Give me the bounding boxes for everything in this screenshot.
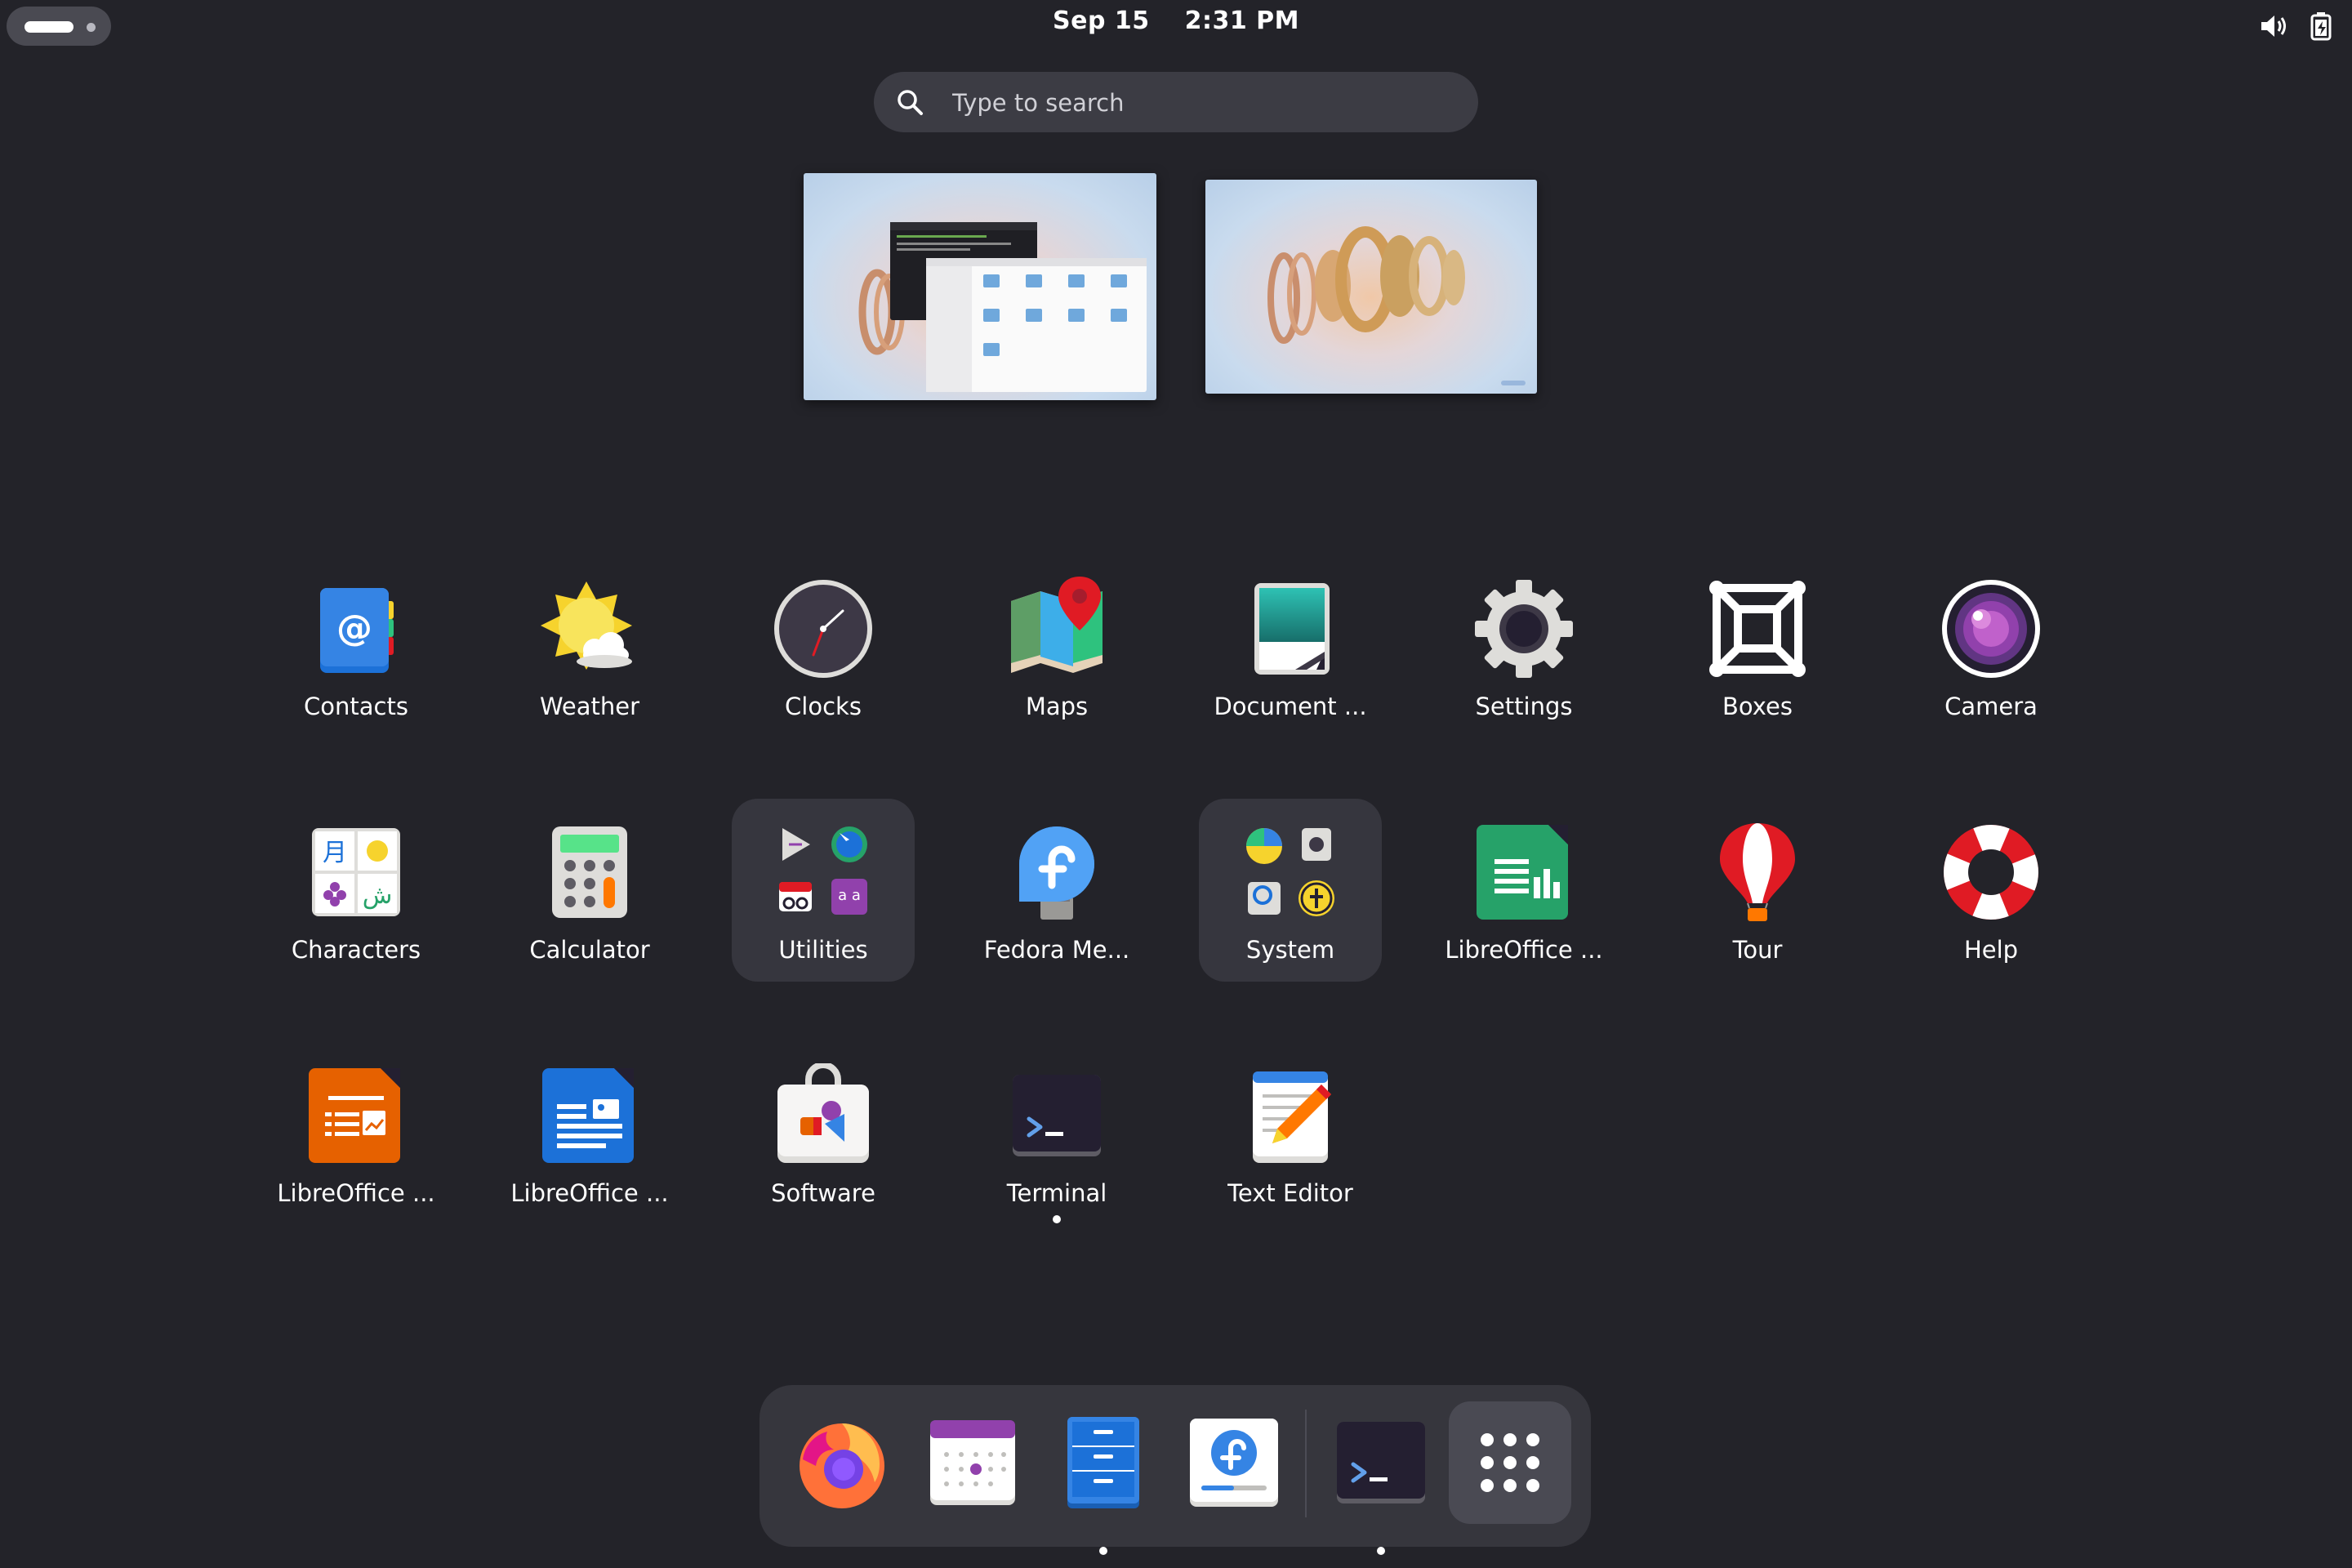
folder-system[interactable]: System [1199,799,1382,982]
app-label: Document ... [1214,693,1367,720]
camera-icon [1942,580,2040,678]
dash-item-fedora-media-writer[interactable] [1173,1401,1295,1524]
app-label: Weather [539,693,640,720]
tour-icon [1720,823,1795,921]
show-apps-button[interactable] [1449,1401,1571,1524]
app-libreoffice-calc[interactable]: LibreOffice ... [1432,799,1615,982]
dash [760,1385,1591,1555]
dash-item-calendar[interactable] [911,1401,1034,1524]
app-help[interactable]: Help [1900,799,2082,982]
app-camera[interactable]: Camera [1900,555,2082,738]
running-indicator-dot [1099,1547,1107,1555]
dash-item-files[interactable] [1042,1401,1165,1555]
boxes-icon [1709,581,1806,677]
app-libreoffice-impress[interactable]: LibreOffice ... [265,1042,448,1225]
dash-item-firefox[interactable] [781,1401,903,1524]
files-window-thumbnail[interactable] [926,258,1147,392]
folder-label: Utilities [778,936,868,964]
app-label: Clocks [785,693,862,720]
app-contacts[interactable]: @ Contacts [265,555,448,738]
app-tour[interactable]: Tour [1666,799,1849,982]
workspace-thumbnail-2[interactable] [1205,180,1537,394]
app-label: Settings [1475,693,1573,720]
app-weather[interactable]: Weather [498,555,681,738]
app-settings[interactable]: Settings [1432,555,1615,738]
files-icon [1067,1417,1139,1508]
show-apps-icon [1481,1433,1539,1492]
clock-time: 2:31 PM [1184,7,1299,35]
svg-text:a a: a a [838,887,861,904]
libreoffice-impress-icon [309,1068,400,1163]
firefox-icon [800,1423,884,1508]
utilities-folder-icon: a a [779,826,867,915]
calendar-icon [930,1420,1015,1505]
app-label: Calculator [529,936,650,964]
software-icon [777,1063,869,1163]
search-input[interactable] [951,72,1460,134]
app-maps[interactable]: Maps [965,555,1148,738]
app-document-scanner[interactable]: Document ... [1199,555,1382,738]
search-icon [898,90,923,115]
document-scanner-icon [1254,583,1330,675]
app-label: Terminal [1006,1179,1107,1207]
app-libreoffice-writer[interactable]: LibreOffice ... [498,1042,681,1225]
wallpaper-gears-image [1267,226,1465,344]
app-label: Text Editor [1227,1179,1353,1207]
running-indicator-dot [1377,1547,1385,1555]
app-fedora-media-writer[interactable]: Fedora Me... [965,799,1148,982]
contacts-icon: @ [320,588,394,673]
clock[interactable]: Sep 15 2:31 PM [0,7,2352,35]
help-icon [1944,825,2038,920]
characters-icon: 月 ش [312,828,400,916]
system-tray[interactable] [2259,11,2334,41]
fedora-media-writer-icon [1019,826,1094,920]
folder-label: System [1245,936,1335,964]
app-text-editor[interactable]: Text Editor [1199,1042,1382,1225]
top-bar: Sep 15 2:31 PM [0,0,2352,51]
svg-text:@: @ [336,608,372,649]
app-label: Help [1963,936,2019,964]
app-calculator[interactable]: Calculator [498,799,681,982]
system-folder-icon [1246,828,1334,916]
svg-text:月: 月 [323,839,347,867]
settings-icon [1475,580,1573,678]
app-label: Characters [291,936,421,964]
svg-text:ش: ش [363,881,393,910]
volume-icon [2261,16,2286,37]
terminal-icon [1013,1075,1101,1156]
app-label: Boxes [1722,693,1793,720]
maps-icon [1011,577,1102,673]
app-label: LibreOffice ... [1445,936,1603,964]
app-software[interactable]: Software [732,1042,915,1225]
fedora-logo-watermark [1501,381,1526,385]
app-label: Contacts [304,693,408,720]
clock-date: Sep 15 [1053,7,1150,35]
clocks-icon [774,580,872,678]
app-terminal[interactable]: Terminal [965,1042,1148,1225]
app-label: LibreOffice ... [510,1179,669,1207]
app-boxes[interactable]: Boxes [1666,555,1849,738]
battery-icon [2310,12,2332,41]
running-indicator-dot [1053,1215,1061,1223]
folder-utilities[interactable]: a a Utilities [732,799,915,982]
weather-icon [541,581,632,670]
app-characters[interactable]: 月 ش Characters [265,799,448,982]
app-clocks[interactable]: Clocks [732,555,915,738]
fedora-media-writer-icon [1190,1419,1278,1507]
calculator-icon [552,826,627,918]
app-label: Software [771,1179,875,1207]
workspace-thumbnail-1[interactable] [804,173,1156,400]
dash-item-terminal[interactable] [1320,1401,1442,1555]
app-label: Maps [1025,693,1089,720]
search-bar[interactable] [874,72,1478,134]
text-editor-icon [1253,1071,1331,1163]
app-label: Camera [1944,693,2038,720]
app-label: Fedora Me... [983,936,1130,964]
libreoffice-writer-icon [542,1068,634,1163]
app-label: LibreOffice ... [277,1179,435,1207]
dash-separator [1305,1410,1307,1517]
libreoffice-calc-icon [1477,825,1568,920]
app-label: Tour [1732,936,1783,964]
terminal-icon [1337,1422,1425,1503]
